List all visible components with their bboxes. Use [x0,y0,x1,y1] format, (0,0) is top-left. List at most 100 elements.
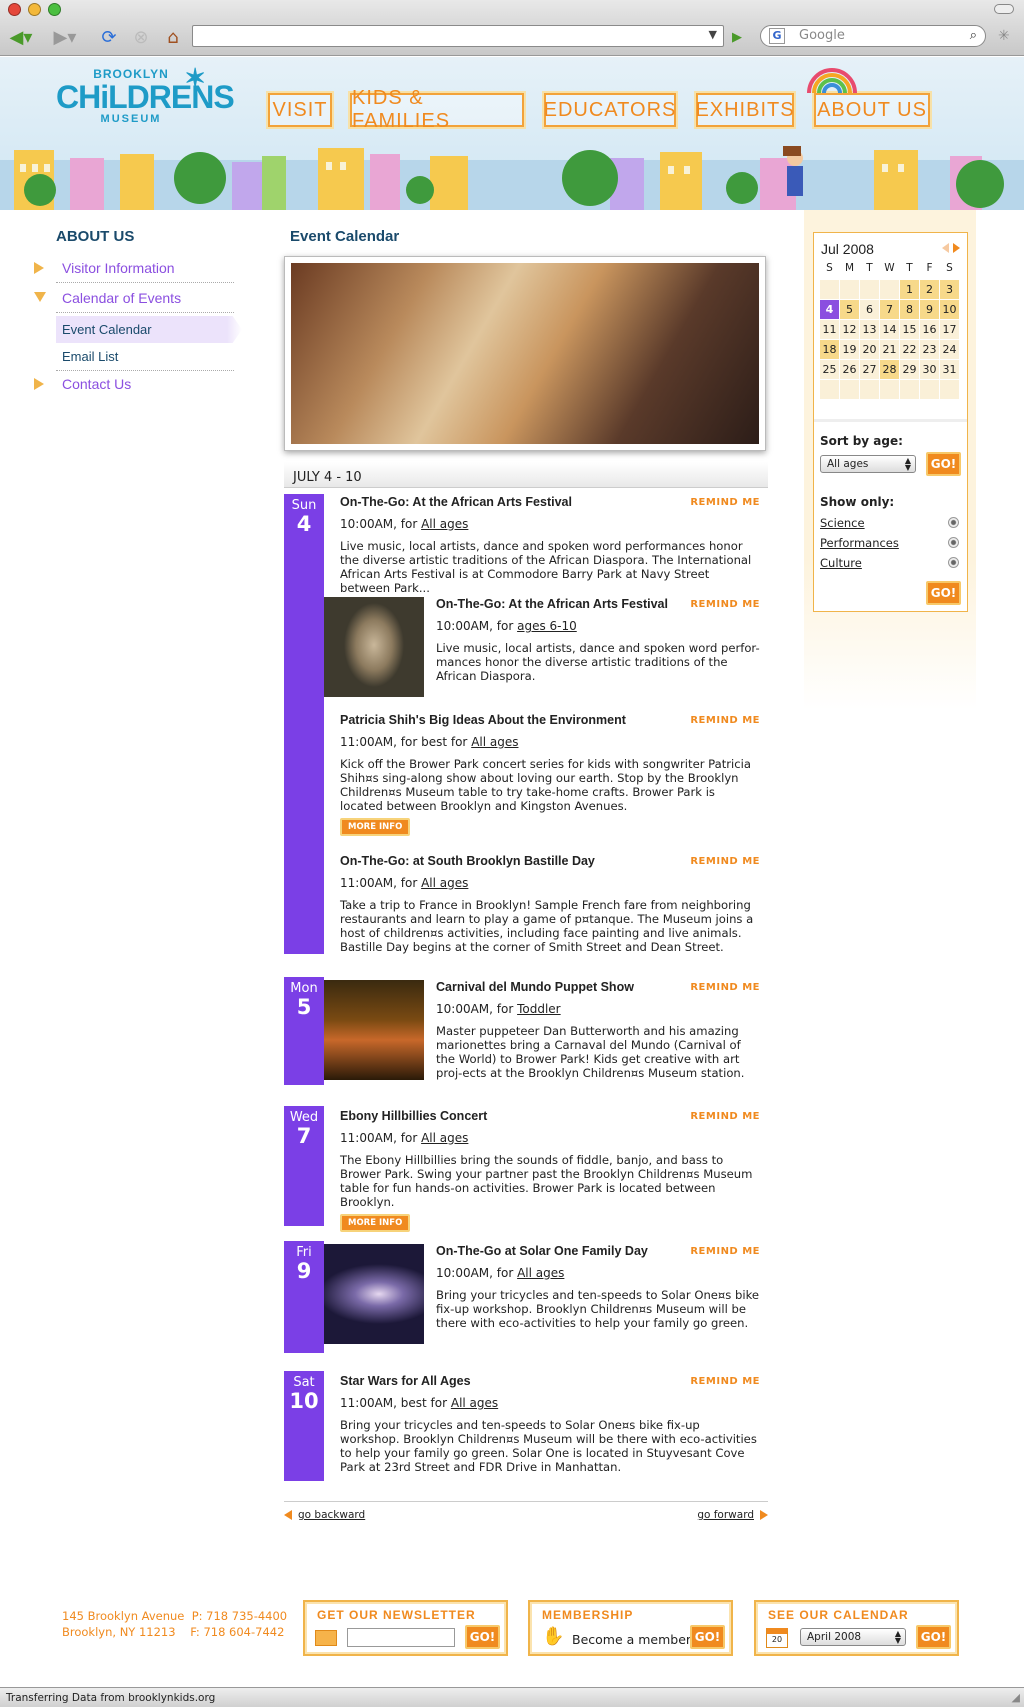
day-cell[interactable]: 14 [880,320,899,339]
day-cell[interactable]: 15 [900,320,919,339]
back-triangle-icon[interactable] [284,1510,292,1520]
day-cell[interactable]: 22 [900,340,919,359]
calendar-go-button[interactable]: GO! [916,1625,951,1649]
day-cell[interactable]: 2 [920,280,939,299]
culture-radio[interactable] [948,557,959,568]
age-link[interactable]: All ages [517,1266,564,1280]
nav-educators[interactable]: EDUCATORS [544,93,676,127]
sidebar-item-calendar-of-events[interactable]: Calendar of Events [34,287,234,313]
day-cell[interactable]: 29 [900,360,919,379]
mask-thumbnail[interactable] [324,597,424,697]
remind-me-link[interactable]: REMIND ME [690,1111,760,1122]
newsletter-email-input[interactable] [347,1628,455,1647]
address-bar[interactable]: ▼ [192,25,724,47]
newsletter-go-button[interactable]: GO! [465,1625,500,1649]
reload-icon[interactable]: ⟳ [96,24,122,50]
nav-exhibits[interactable]: EXHIBITS [695,93,794,127]
more-info-button[interactable]: MORE INFO [340,818,411,836]
day-cell[interactable]: 31 [940,360,959,379]
performances-radio[interactable] [948,537,959,548]
museum-logo[interactable]: BROOKLYN CHiLDRENS MUSEUM ✶ [56,63,235,147]
science-radio[interactable] [948,517,959,528]
age-link[interactable]: Toddler [517,1002,561,1016]
day-cell[interactable]: 27 [860,360,879,379]
filter-culture[interactable]: Culture [820,556,862,570]
day-cell[interactable]: 3 [940,280,959,299]
puppets-thumbnail[interactable] [324,980,424,1080]
search-field[interactable]: G Google ⌕ [760,25,986,47]
day-cell[interactable]: 12 [840,320,859,339]
filter-performances[interactable]: Performances [820,536,899,550]
sidebar-item-contact-us[interactable]: Contact Us [34,373,234,398]
sidebar-item-visitor-information[interactable]: Visitor Information [34,257,234,283]
day-cell[interactable]: 7 [880,300,899,319]
dropdown-arrow-icon[interactable]: ▼ [709,28,717,41]
month-select[interactable]: April 2008 ▲ ▼ [800,1628,906,1646]
age-link[interactable]: All ages [421,1131,468,1145]
stop-icon[interactable]: ⊗ [128,24,154,50]
sidebar-subitem-email-list[interactable]: Email List [56,343,234,371]
day-cell[interactable]: 19 [840,340,859,359]
nav-visit[interactable]: VISIT [268,93,332,127]
age-link[interactable]: ages 6-10 [517,619,577,633]
remind-me-link[interactable]: REMIND ME [690,599,760,610]
nav-kids-families[interactable]: KIDS & FAMILIES [350,87,524,132]
membership-go-button[interactable]: GO! [690,1625,725,1649]
prev-month-icon[interactable] [942,243,949,253]
sidebar-subitem-event-calendar[interactable]: Event Calendar [56,316,242,343]
age-link[interactable]: All ages [421,876,468,890]
day-cell[interactable]: 20 [860,340,879,359]
day-cell[interactable]: 4 [820,300,839,319]
day-cell[interactable]: 5 [840,300,859,319]
forward-triangle-icon[interactable] [760,1510,768,1520]
toolbar-toggle-button[interactable] [994,4,1014,14]
zoom-window-button[interactable] [48,3,61,16]
age-link[interactable]: All ages [471,735,518,749]
magnifier-icon[interactable]: ⌕ [970,26,977,46]
home-icon[interactable]: ⌂ [160,24,186,50]
day-cell[interactable]: 18 [820,340,839,359]
remind-me-link[interactable]: REMIND ME [690,715,760,726]
day-cell[interactable]: 8 [900,300,919,319]
day-cell[interactable]: 16 [920,320,939,339]
close-window-button[interactable] [8,3,21,16]
more-info-button[interactable]: MORE INFO [340,1214,411,1232]
back-arrow-icon[interactable]: ◀▾ [6,24,36,50]
age-link[interactable]: All ages [421,517,468,531]
sort-go-button[interactable]: GO! [926,452,961,476]
minimize-window-button[interactable] [28,3,41,16]
galaxy-thumbnail[interactable] [324,1244,424,1344]
day-cell[interactable]: 10 [940,300,959,319]
remind-me-link[interactable]: REMIND ME [690,856,760,867]
age-link[interactable]: All ages [451,1396,498,1410]
go-forward-link[interactable]: go forward [697,1509,754,1521]
day-cell[interactable]: 9 [920,300,939,319]
day-cell[interactable]: 13 [860,320,879,339]
remind-me-link[interactable]: REMIND ME [690,1376,760,1387]
day-cell[interactable]: 30 [920,360,939,379]
remind-me-link[interactable]: REMIND ME [690,982,760,993]
filter-go-button[interactable]: GO! [926,581,961,605]
become-member-link[interactable]: Become a member [572,1632,691,1647]
day-cell[interactable]: 24 [940,340,959,359]
day-cell[interactable]: 21 [880,340,899,359]
day-cell[interactable]: 26 [840,360,859,379]
resize-grip-icon[interactable]: ◢ [1012,1691,1020,1704]
day-cell[interactable]: 6 [860,300,879,319]
day-cell[interactable]: 1 [900,280,919,299]
day-cell[interactable]: 11 [820,320,839,339]
forward-arrow-icon[interactable]: ▶▾ [50,24,80,50]
nav-about-us[interactable]: ABOUT US [814,93,930,127]
next-month-icon[interactable] [953,243,960,253]
go-backward-link[interactable]: go backward [298,1509,365,1521]
go-arrow-icon[interactable]: ▶ [726,24,748,50]
event-time-text: 10:00AM, for [436,1002,518,1016]
filter-science[interactable]: Science [820,516,865,530]
age-select[interactable]: All ages ▲ ▼ [820,455,916,473]
day-cell[interactable]: 17 [940,320,959,339]
day-cell[interactable]: 28 [880,360,899,379]
day-cell[interactable]: 25 [820,360,839,379]
day-cell[interactable]: 23 [920,340,939,359]
remind-me-link[interactable]: REMIND ME [690,1246,760,1257]
remind-me-link[interactable]: REMIND ME [690,497,760,508]
